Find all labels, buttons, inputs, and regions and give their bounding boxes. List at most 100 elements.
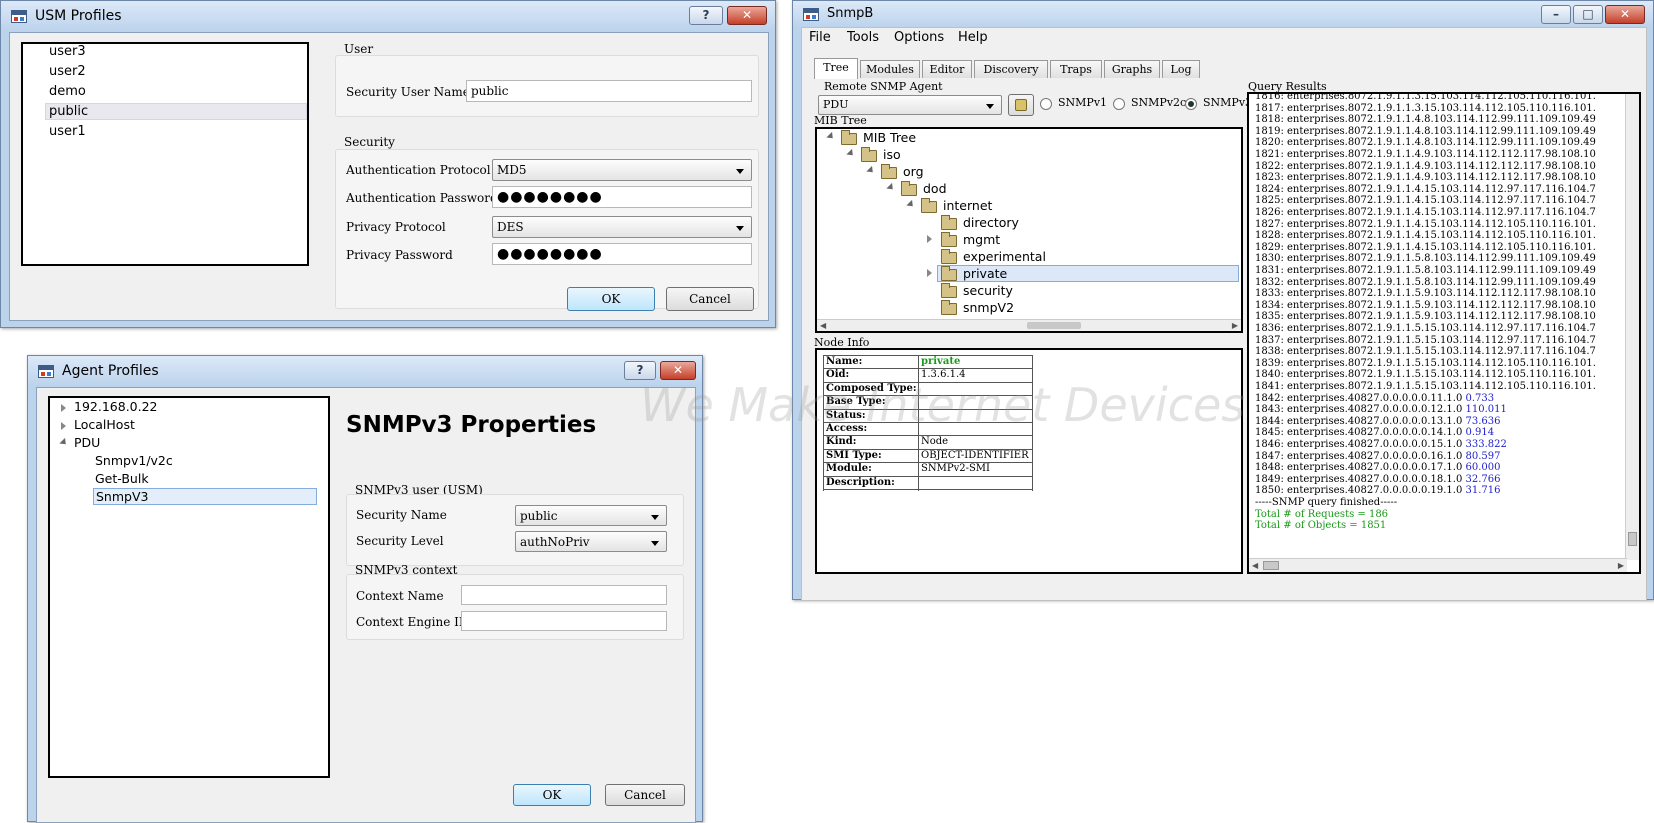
agent-tree-item[interactable]: LocalHost (74, 417, 135, 432)
scroll-thumb[interactable] (1628, 532, 1637, 546)
menu-help[interactable]: Help (958, 30, 988, 45)
collapse-arrow-icon[interactable] (866, 165, 876, 176)
mib-node[interactable]: security (963, 283, 1013, 298)
mib-tree[interactable]: MIB Tree iso org dod internet directory … (815, 127, 1243, 333)
maximize-button[interactable]: □ (1573, 5, 1603, 24)
mib-node-selected[interactable]: private (963, 266, 1007, 281)
user-list-item[interactable]: user2 (49, 64, 86, 79)
user-list-item[interactable]: demo (49, 84, 86, 99)
expand-arrow-icon[interactable] (927, 269, 932, 277)
agent-tree[interactable]: 192.168.0.22 LocalHost PDU Snmpv1/v2c Ge… (48, 396, 330, 778)
close-button[interactable]: ✕ (1605, 5, 1645, 24)
query-result-line: 1843: enterprises.40827.0.0.0.0.0.12.1.0… (1255, 404, 1507, 416)
query-summary-line: Total # of Objects = 1851 (1255, 520, 1387, 532)
query-result-line: 1829: enterprises.8072.1.9.1.1.4.15.103.… (1255, 242, 1596, 254)
tab-editor[interactable]: Editor (922, 60, 972, 78)
agent-tree-item[interactable]: Snmpv1/v2c (95, 453, 173, 468)
tab-discovery[interactable]: Discovery (974, 60, 1048, 78)
scroll-right-icon[interactable]: ▶ (1232, 321, 1238, 330)
expand-arrow-icon[interactable] (927, 235, 932, 243)
agent-profiles-button[interactable] (1008, 94, 1034, 116)
mib-node[interactable]: directory (963, 215, 1019, 230)
mib-tree-hscrollbar[interactable]: ◀ ▶ (817, 319, 1241, 331)
mib-node[interactable]: org (903, 164, 924, 179)
expand-arrow-icon[interactable] (61, 404, 66, 412)
query-result-oid: 1820: enterprises.8072.1.9.1.1.4.8.103.1… (1255, 137, 1596, 149)
query-results-vscrollbar[interactable] (1625, 94, 1639, 560)
mib-node[interactable]: dod (923, 181, 947, 196)
mib-node[interactable]: MIB Tree (863, 130, 916, 145)
tab-modules[interactable]: Modules (860, 60, 920, 78)
tab-traps[interactable]: Traps (1050, 60, 1102, 78)
auth-password-field[interactable]: ●●●●●●●● (492, 186, 752, 208)
collapse-arrow-icon[interactable] (886, 182, 896, 193)
agent-titlebar[interactable]: Agent Profiles ? ✕ (28, 356, 702, 386)
ok-button[interactable]: OK (513, 784, 591, 806)
agent-tree-item-selected[interactable]: SnmpV3 (93, 488, 317, 505)
query-result-oid: 1849: enterprises.40827.0.0.0.0.0.18.1.0 (1255, 473, 1466, 485)
close-button[interactable]: ✕ (660, 361, 696, 380)
collapse-arrow-icon[interactable] (59, 437, 69, 448)
auth-protocol-select[interactable]: MD5 (492, 159, 752, 181)
query-result-oid: 1833: enterprises.8072.1.9.1.1.5.9.103.1… (1255, 288, 1596, 300)
snmpv2c-radio[interactable] (1113, 98, 1125, 110)
context-engine-id-field[interactable] (461, 611, 667, 631)
query-results-hscrollbar[interactable]: ◀ ▶ (1249, 558, 1627, 572)
menu-options[interactable]: Options (894, 30, 944, 45)
agent-tree-item[interactable]: PDU (74, 435, 100, 450)
agent-tree-item[interactable]: 192.168.0.22 (74, 399, 158, 414)
security-name-select[interactable]: public (515, 505, 667, 526)
query-result-line: 1837: enterprises.8072.1.9.1.1.5.15.103.… (1255, 335, 1596, 347)
mib-node[interactable]: mgmt (963, 232, 1000, 247)
security-level-select[interactable]: authNoPriv (515, 531, 667, 552)
query-result-line: 1835: enterprises.8072.1.9.1.1.5.9.103.1… (1255, 311, 1596, 323)
query-result-line: 1825: enterprises.8072.1.9.1.1.4.15.103.… (1255, 195, 1596, 207)
cancel-button[interactable]: Cancel (605, 784, 685, 806)
user-group-label: User (344, 42, 374, 56)
scroll-thumb[interactable] (1027, 322, 1081, 329)
collapse-arrow-icon[interactable] (846, 148, 856, 159)
agent-window-title: Agent Profiles (62, 363, 159, 379)
mib-node[interactable]: snmpV2 (963, 300, 1014, 315)
query-results-panel[interactable]: 1816: enterprises.8072.1.9.1.1.3.15.103.… (1247, 92, 1641, 574)
scroll-left-icon[interactable]: ◀ (820, 321, 826, 330)
security-group-label: Security (344, 135, 395, 149)
menu-tools[interactable]: Tools (847, 30, 879, 45)
mib-node[interactable]: internet (943, 198, 992, 213)
minimize-button[interactable]: – (1541, 5, 1571, 24)
scroll-right-icon[interactable]: ▶ (1618, 561, 1624, 570)
ok-button[interactable]: OK (567, 287, 655, 311)
close-button[interactable]: ✕ (727, 6, 767, 25)
mib-node[interactable]: experimental (963, 249, 1046, 264)
usm-titlebar[interactable]: USM Profiles ? ✕ (1, 1, 775, 31)
cancel-button[interactable]: Cancel (666, 287, 754, 311)
snmpv1-radio[interactable] (1040, 98, 1052, 110)
menu-file[interactable]: File (809, 30, 831, 45)
scroll-thumb[interactable] (1263, 561, 1279, 570)
agent-select[interactable]: PDU (818, 95, 1002, 115)
collapse-arrow-icon[interactable] (826, 131, 836, 142)
privacy-protocol-select[interactable]: DES (492, 216, 752, 238)
snmpb-titlebar[interactable]: SnmpB – □ ✕ (793, 1, 1653, 27)
expand-arrow-icon[interactable] (61, 422, 66, 430)
user-list-item[interactable]: user1 (49, 124, 86, 139)
security-user-name-field[interactable]: public (466, 80, 752, 102)
snmpv3-label: SNMPv3 (1203, 96, 1253, 109)
user-list-item-selected[interactable]: public (45, 103, 307, 120)
tab-tree[interactable]: Tree (814, 58, 858, 79)
snmpv3-radio[interactable] (1185, 98, 1197, 110)
tab-log[interactable]: Log (1162, 60, 1200, 78)
tab-graphs[interactable]: Graphs (1104, 60, 1160, 78)
help-button[interactable]: ? (624, 361, 656, 380)
collapse-arrow-icon[interactable] (906, 199, 916, 210)
scroll-left-icon[interactable]: ◀ (1252, 561, 1258, 570)
context-name-field[interactable] (461, 585, 667, 605)
usm-user-list[interactable]: user3 user2 demo public user1 (21, 42, 309, 266)
folder-icon (841, 130, 857, 145)
node-info-row: SMI Type: OBJECT-IDENTIFIER (824, 450, 1032, 464)
help-button[interactable]: ? (689, 6, 723, 25)
mib-node[interactable]: iso (883, 147, 901, 162)
agent-tree-item[interactable]: Get-Bulk (95, 471, 149, 486)
user-list-item[interactable]: user3 (49, 44, 86, 59)
privacy-password-field[interactable]: ●●●●●●●● (492, 243, 752, 265)
